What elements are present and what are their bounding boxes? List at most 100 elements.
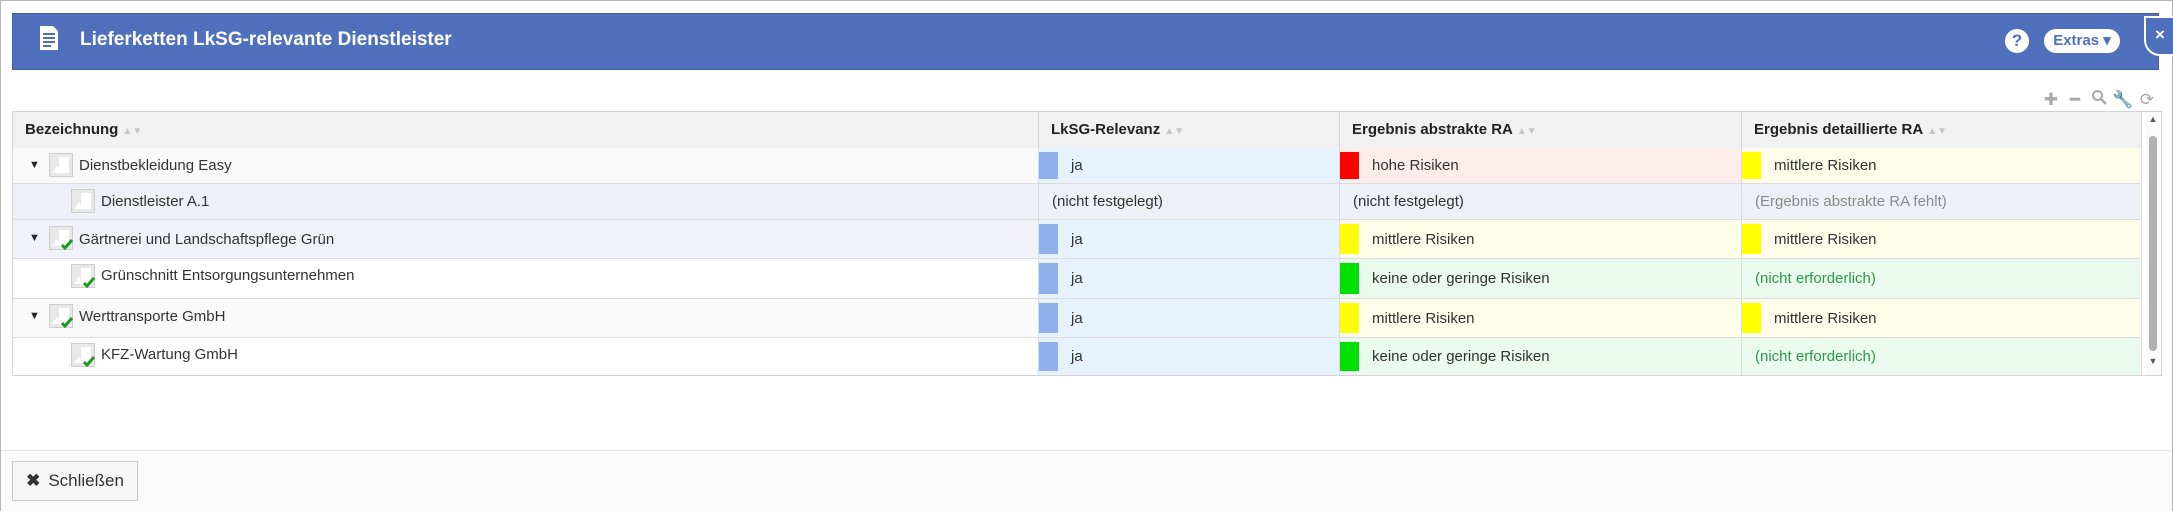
- table-row[interactable]: ▼ Dienstbekleidung Easy ja hohe Risiken …: [13, 148, 2142, 184]
- supplier-icon: [71, 189, 95, 213]
- detailed-ra-cell: mittlere Risiken: [1742, 220, 2142, 258]
- refresh-icon[interactable]: ⟳: [2135, 90, 2159, 110]
- name-cell: Dienstleister A.1: [13, 184, 1039, 219]
- document-icon: [39, 25, 59, 56]
- dialog-header: Lieferketten LkSG-relevante Dienstleiste…: [12, 13, 2173, 70]
- column-header-bezeichnung[interactable]: Bezeichnung ▲▼: [13, 112, 1039, 148]
- supplier-icon: [49, 153, 73, 177]
- extras-label: Extras: [2053, 32, 2100, 49]
- supplier-approved-icon: [49, 226, 73, 250]
- column-header-lksg[interactable]: LkSG-Relevanz ▲▼: [1039, 112, 1340, 148]
- scroll-up-icon[interactable]: ▲: [2146, 114, 2160, 126]
- dialog-title: Lieferketten LkSG-relevante Dienstleiste…: [80, 29, 452, 50]
- close-icon: ✖: [26, 471, 41, 490]
- risk-marker: [1340, 152, 1359, 179]
- lksg-cell: ja: [1039, 148, 1340, 183]
- abstract-ra-value: mittlere Risiken: [1372, 230, 1475, 248]
- column-header-label: Ergebnis abstrakte RA: [1352, 121, 1513, 138]
- risk-marker: [1742, 152, 1761, 179]
- column-header-detaillierte-ra[interactable]: Ergebnis detaillierte RA ▲▼: [1742, 112, 2142, 148]
- caret-down-icon: ▾: [2099, 32, 2111, 49]
- detailed-ra-value: (Ergebnis abstrakte RA fehlt): [1755, 193, 1947, 210]
- expand-triangle-icon[interactable]: ▼: [29, 159, 40, 171]
- supplier-name: Dienstleister A.1: [101, 193, 210, 210]
- lksg-value: (nicht festgelegt): [1052, 193, 1163, 210]
- scroll-down-icon[interactable]: ▼: [2146, 356, 2160, 368]
- abstract-ra-cell: mittlere Risiken: [1340, 299, 1742, 337]
- lksg-cell: ja: [1039, 299, 1340, 337]
- column-header-abstrakte-ra[interactable]: Ergebnis abstrakte RA ▲▼: [1340, 112, 1742, 148]
- relevance-marker: [1039, 342, 1058, 371]
- abstract-ra-cell: hohe Risiken: [1340, 148, 1742, 183]
- detailed-ra-cell: (nicht erforderlich): [1742, 338, 2142, 375]
- supplier-approved-icon: [49, 304, 73, 328]
- risk-marker: [1340, 303, 1359, 333]
- dialog-footer: ✖ Schließen: [1, 450, 2172, 511]
- supplier-name: Grünschnitt Entsorgungsunternehmen: [101, 267, 355, 284]
- risk-marker: [1340, 224, 1359, 254]
- risk-table: Bezeichnung ▲▼ LkSG-Relevanz ▲▼ Ergebnis a…: [12, 111, 2162, 376]
- supplier-approved-icon: [71, 343, 95, 367]
- sort-icon[interactable]: ▲▼: [1517, 126, 1537, 137]
- name-cell: Grünschnitt Entsorgungsunternehmen: [13, 259, 1039, 298]
- lksg-value: ja: [1071, 230, 1083, 248]
- detailed-ra-value: mittlere Risiken: [1774, 309, 1877, 327]
- name-cell: ▼ Werttransporte GmbH: [13, 299, 1039, 337]
- table-header-row: Bezeichnung ▲▼ LkSG-Relevanz ▲▼ Ergebnis a…: [13, 112, 2142, 149]
- table-row[interactable]: KFZ-Wartung GmbH ja keine oder geringe R…: [13, 338, 2142, 375]
- supplier-name: Werttransporte GmbH: [79, 307, 226, 325]
- lksg-cell: ja: [1039, 338, 1340, 375]
- name-cell: ▼ Dienstbekleidung Easy: [13, 148, 1039, 183]
- minus-icon[interactable]: ━: [2063, 90, 2087, 110]
- relevance-marker: [1039, 263, 1058, 294]
- plus-icon[interactable]: ✚: [2039, 90, 2063, 110]
- detailed-ra-cell: mittlere Risiken: [1742, 299, 2142, 337]
- relevance-marker: [1039, 303, 1058, 333]
- help-button[interactable]: ?: [2005, 29, 2029, 53]
- detailed-ra-value: mittlere Risiken: [1774, 230, 1877, 248]
- table-row[interactable]: Dienstleister A.1 (nicht festgelegt) (ni…: [13, 184, 2142, 220]
- extras-menu-button[interactable]: Extras ▾: [2044, 29, 2120, 53]
- lksg-value: ja: [1071, 348, 1083, 365]
- dialog-window: Lieferketten LkSG-relevante Dienstleiste…: [0, 0, 2173, 511]
- relevance-marker: [1039, 152, 1058, 179]
- sort-icon[interactable]: ▲▼: [122, 126, 142, 137]
- sort-icon[interactable]: ▲▼: [1164, 126, 1184, 137]
- abstract-ra-value: hohe Risiken: [1372, 157, 1459, 174]
- table-row[interactable]: Grünschnitt Entsorgungsunternehmen ja ke…: [13, 259, 2142, 299]
- table-row[interactable]: ▼ Werttransporte GmbH ja mittlere Risike…: [13, 299, 2142, 338]
- column-header-label: Bezeichnung: [25, 121, 119, 138]
- close-button-label: Schließen: [48, 471, 124, 490]
- detailed-ra-cell: (nicht erforderlich): [1742, 259, 2142, 298]
- search-icon[interactable]: [2087, 89, 2111, 110]
- abstract-ra-cell: keine oder geringe Risiken: [1340, 338, 1742, 375]
- lksg-value: ja: [1071, 309, 1083, 327]
- detailed-ra-value: mittlere Risiken: [1774, 157, 1877, 174]
- close-button[interactable]: ✖ Schließen: [12, 461, 138, 501]
- lksg-value: ja: [1071, 270, 1083, 287]
- expand-triangle-icon[interactable]: ▼: [29, 310, 40, 322]
- detailed-ra-cell: (Ergebnis abstrakte RA fehlt): [1742, 184, 2142, 219]
- sort-icon[interactable]: ▲▼: [1927, 126, 1947, 137]
- abstract-ra-cell: keine oder geringe Risiken: [1340, 259, 1742, 298]
- lksg-cell: ja: [1039, 220, 1340, 258]
- risk-marker: [1340, 263, 1359, 294]
- supplier-name: KFZ-Wartung GmbH: [101, 346, 238, 363]
- abstract-ra-value: mittlere Risiken: [1372, 309, 1475, 327]
- risk-marker: [1340, 342, 1359, 371]
- lksg-value: ja: [1071, 157, 1083, 174]
- wrench-icon[interactable]: 🔧: [2111, 90, 2135, 110]
- abstract-ra-value: keine oder geringe Risiken: [1372, 270, 1550, 287]
- expand-triangle-icon[interactable]: ▼: [29, 232, 40, 244]
- supplier-approved-icon: [71, 264, 95, 288]
- lksg-cell: ja: [1039, 259, 1340, 298]
- risk-marker: [1742, 224, 1761, 254]
- relevance-marker: [1039, 224, 1058, 254]
- supplier-name: Dienstbekleidung Easy: [79, 157, 232, 174]
- scrollbar-thumb[interactable]: [2149, 136, 2157, 351]
- vertical-scrollbar[interactable]: ▲ ▼: [2146, 112, 2160, 375]
- detailed-ra-cell: mittlere Risiken: [1742, 148, 2142, 183]
- column-header-label: Ergebnis detaillierte RA: [1754, 121, 1924, 138]
- abstract-ra-value: keine oder geringe Risiken: [1372, 348, 1550, 365]
- close-dialog-button[interactable]: ×: [2144, 16, 2173, 56]
